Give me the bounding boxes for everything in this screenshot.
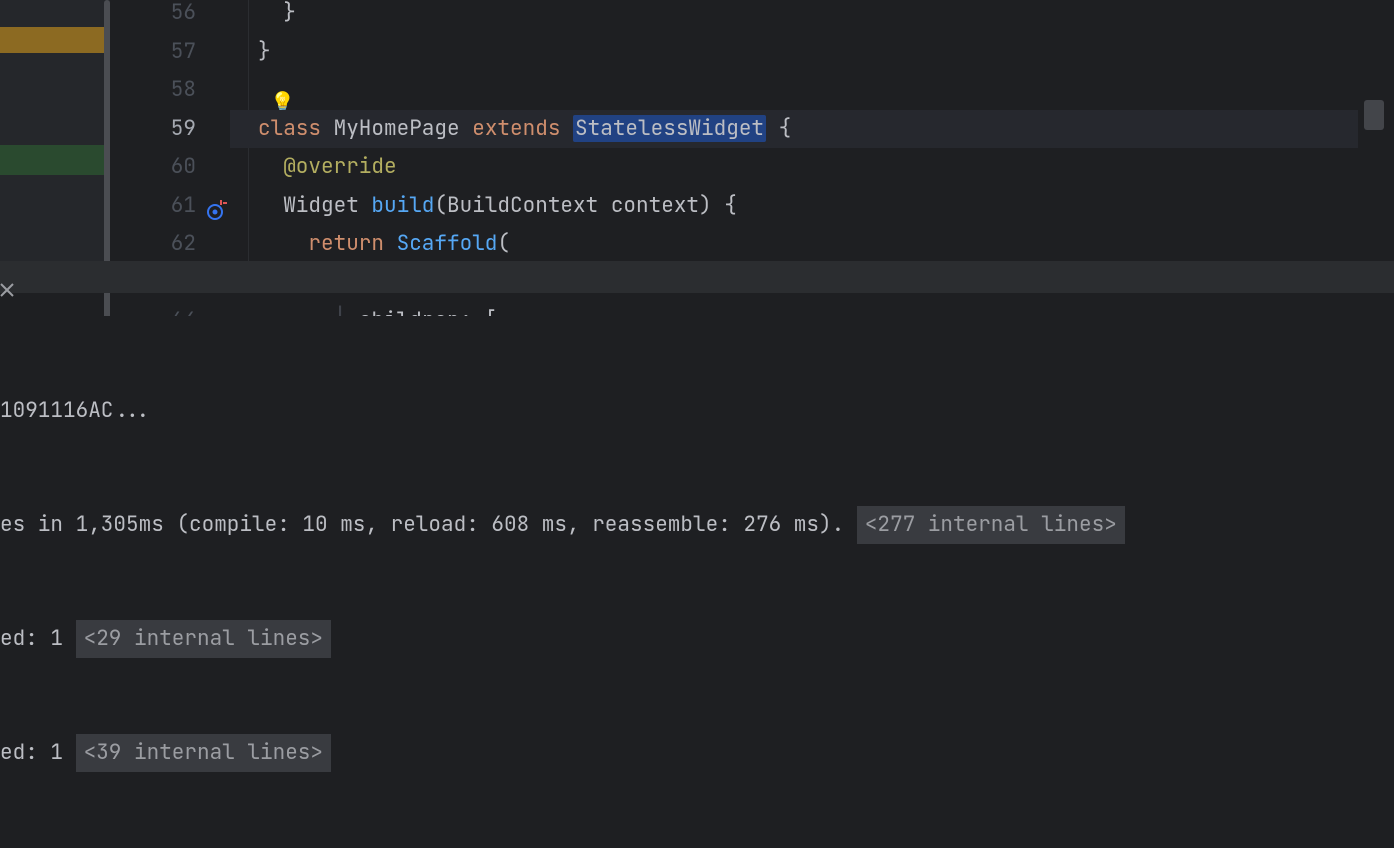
line-number[interactable]: 59: [110, 110, 230, 149]
diff-marker-modified[interactable]: [0, 27, 105, 53]
close-icon[interactable]: [0, 277, 14, 304]
line-number[interactable]: 62: [110, 225, 230, 264]
line-number[interactable]: 61: [110, 187, 230, 226]
line-number[interactable]: 60: [110, 148, 230, 187]
scrollbar-thumb[interactable]: [1364, 100, 1384, 130]
code-line[interactable]: return Scaffold(: [230, 225, 1358, 264]
line-number[interactable]: 57: [110, 33, 230, 72]
code-line[interactable]: Widget build(BuildContext context) {: [230, 187, 1358, 226]
editor-area: 565758596061626364656667686970 💡 }}class…: [0, 0, 1394, 261]
token: (: [497, 230, 510, 257]
code-line[interactable]: }: [230, 33, 1358, 72]
ide-root: 565758596061626364656667686970 💡 }}class…: [0, 0, 1394, 848]
token: }: [283, 0, 296, 26]
run-gutter-icon[interactable]: [206, 197, 228, 219]
console-text: ed: 1: [0, 739, 76, 766]
folded-lines-badge[interactable]: <277 internal lines>: [857, 506, 1125, 544]
token: extends: [472, 115, 573, 142]
token: ) {: [699, 192, 737, 219]
console-output[interactable]: 1091116AC... es in 1,305ms (compile: 10 …: [0, 316, 1394, 848]
token: MyHomePage: [334, 115, 473, 142]
console-text: es in 1,305ms (compile: 10 ms, reload: 6…: [0, 511, 857, 538]
line-number[interactable]: 58: [110, 71, 230, 110]
token: Widget: [283, 192, 371, 219]
token: StatelessWidget: [573, 115, 766, 142]
tool-tab-bar[interactable]: [0, 261, 1394, 293]
token: BuildContext context: [447, 192, 699, 219]
console-text: ed: 1: [0, 625, 76, 652]
code-line[interactable]: [230, 71, 1358, 110]
line-number[interactable]: 56: [110, 0, 230, 33]
token: Scaffold: [397, 230, 498, 257]
token: build: [371, 192, 434, 219]
folded-lines-badge[interactable]: <39 internal lines>: [76, 734, 331, 772]
console-text: 1091116AC...: [0, 397, 151, 424]
gutter[interactable]: 565758596061626364656667686970: [110, 0, 230, 261]
code-line[interactable]: @override: [230, 148, 1358, 187]
token: return: [308, 230, 396, 257]
token: }: [258, 38, 271, 65]
token: class: [258, 115, 334, 142]
folded-lines-badge[interactable]: <29 internal lines>: [76, 620, 331, 658]
code-editor[interactable]: 💡 }}class MyHomePage extends StatelessWi…: [230, 0, 1358, 261]
token: {: [766, 115, 791, 142]
token: @override: [283, 153, 396, 180]
token: (: [434, 192, 447, 219]
diff-marker-added[interactable]: [0, 145, 105, 175]
code-line[interactable]: class MyHomePage extends StatelessWidget…: [230, 110, 1358, 149]
left-margin: [0, 0, 110, 261]
code-minimap-strip[interactable]: [1358, 0, 1394, 261]
code-line[interactable]: }: [230, 0, 1358, 33]
